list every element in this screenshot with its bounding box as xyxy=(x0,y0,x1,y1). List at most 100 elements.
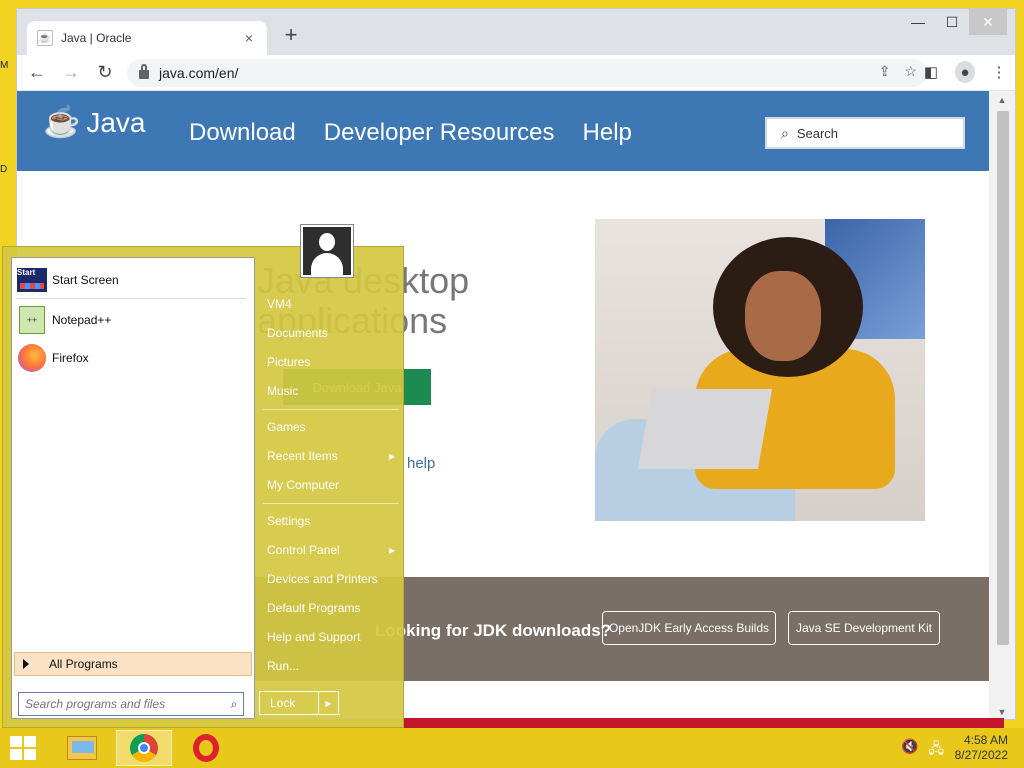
notepad-plus-plus-icon: ++ xyxy=(19,306,45,334)
maximize-button[interactable]: ☐ xyxy=(935,9,969,35)
notepad-plus-plus-item[interactable]: ++ Notepad++ xyxy=(16,302,248,338)
close-window-button[interactable]: ✕ xyxy=(969,9,1007,35)
link-help-and-support[interactable]: Help and Support xyxy=(267,624,401,650)
taskbar-clock[interactable]: 4:58 AM 8/27/2022 xyxy=(955,733,1008,763)
reload-button[interactable]: ↻ xyxy=(91,59,119,87)
link-devices-and-printers[interactable]: Devices and Printers xyxy=(267,566,401,592)
all-programs-button[interactable]: All Programs xyxy=(14,652,252,676)
share-icon[interactable]: ⇪ xyxy=(879,63,891,80)
url-text: java.com/en/ xyxy=(159,65,239,81)
opera-icon xyxy=(193,734,219,762)
start-search-input[interactable] xyxy=(25,697,225,711)
java-se-jdk-button[interactable]: Java SE Development Kit xyxy=(788,611,940,645)
link-recent-items[interactable]: Recent Items ▶ xyxy=(267,443,401,469)
java-search-box[interactable]: ⌕ Search xyxy=(765,117,965,149)
network-icon[interactable]: 🖧 xyxy=(928,738,944,762)
link-label: Recent Items xyxy=(267,449,338,463)
lock-options-arrow-icon[interactable]: ▶ xyxy=(318,692,338,714)
link-documents[interactable]: Documents xyxy=(267,320,401,346)
link-run[interactable]: Run... xyxy=(267,653,401,679)
taskbar-file-explorer[interactable] xyxy=(54,730,110,766)
browser-toolbar: ← → ↻ java.com/en/ ⇪ ☆ ◧ ● ⋮ xyxy=(17,55,1015,91)
background-window-strip xyxy=(404,718,1004,728)
search-icon: ⌕ xyxy=(781,124,789,141)
program-label: Firefox xyxy=(52,351,89,365)
menu-kebab-icon[interactable]: ⋮ xyxy=(989,63,1009,81)
start-screen-item[interactable]: Start Start Screen xyxy=(16,262,248,298)
openjdk-early-access-button[interactable]: OpenJDK Early Access Builds xyxy=(602,611,776,645)
link-label: My Computer xyxy=(267,478,340,492)
firefox-item[interactable]: Firefox xyxy=(16,340,248,376)
lock-label: Lock xyxy=(270,696,296,710)
nav-download[interactable]: Download xyxy=(189,119,296,147)
taskbar-chrome[interactable] xyxy=(116,730,172,766)
submenu-arrow-icon: ▶ xyxy=(388,545,395,555)
java-favicon-icon: ☕ xyxy=(37,30,53,46)
link-label: Control Panel xyxy=(267,543,340,557)
link-vm4[interactable]: VM4 xyxy=(267,291,401,317)
bookmark-star-icon[interactable]: ☆ xyxy=(904,63,917,80)
link-label: Help and Support xyxy=(267,630,361,644)
link-label: Games xyxy=(267,420,306,434)
link-label: Documents xyxy=(267,326,328,340)
nav-help[interactable]: Help xyxy=(583,119,632,147)
hero-image xyxy=(595,219,925,521)
chrome-icon xyxy=(130,734,158,762)
nav-developer-resources[interactable]: Developer Resources xyxy=(324,119,555,147)
title-bar: ☕ Java | Oracle × + — ☐ ✕ xyxy=(17,9,1015,55)
link-games[interactable]: Games xyxy=(267,414,401,440)
link-pictures[interactable]: Pictures xyxy=(267,349,401,375)
system-tray: 🔇 🖧 xyxy=(901,738,944,762)
java-header: ☕ Java Download Developer Resources Help… xyxy=(17,91,990,171)
start-menu-programs-pane: Start Start Screen ++ Notepad++ Firefox … xyxy=(11,257,255,719)
forward-button[interactable]: → xyxy=(57,59,85,87)
clock-date: 8/27/2022 xyxy=(954,748,1008,762)
program-label: Start Screen xyxy=(52,273,119,287)
program-label: Notepad++ xyxy=(52,313,112,327)
lock-button[interactable]: Lock ▶ xyxy=(259,691,339,715)
java-logo[interactable]: ☕ Java xyxy=(43,105,146,140)
back-button[interactable]: ← xyxy=(23,59,51,87)
all-programs-label: All Programs xyxy=(49,657,118,671)
new-tab-button[interactable]: + xyxy=(279,23,303,47)
link-settings[interactable]: Settings xyxy=(267,508,401,534)
file-explorer-icon xyxy=(67,736,97,760)
start-menu: Start Start Screen ++ Notepad++ Firefox … xyxy=(2,246,404,728)
taskbar: 🔇 🖧 4:58 AM 8/27/2022 xyxy=(0,728,1024,768)
tab-close-icon[interactable]: × xyxy=(241,30,257,46)
taskbar-opera[interactable] xyxy=(178,730,234,766)
submenu-arrow-icon: ▶ xyxy=(388,451,395,461)
lock-icon xyxy=(139,64,149,79)
browser-tab[interactable]: ☕ Java | Oracle × xyxy=(27,21,267,55)
search-placeholder: Search xyxy=(796,125,839,141)
side-panel-icon[interactable]: ◧ xyxy=(921,63,941,81)
scroll-up-icon[interactable]: ▲ xyxy=(989,95,1015,105)
minimize-button[interactable]: — xyxy=(901,9,935,35)
link-label: VM4 xyxy=(267,297,292,311)
scroll-thumb[interactable] xyxy=(997,111,1009,645)
help-link[interactable]: help xyxy=(407,455,435,472)
scroll-down-icon[interactable]: ▼ xyxy=(989,707,1015,717)
tab-title: Java | Oracle xyxy=(61,31,132,45)
profile-avatar-icon[interactable]: ● xyxy=(955,61,975,83)
volume-muted-icon[interactable]: 🔇 xyxy=(901,738,918,762)
clock-time: 4:58 AM xyxy=(963,733,1008,747)
link-default-programs[interactable]: Default Programs xyxy=(267,595,401,621)
user-avatar[interactable] xyxy=(300,224,354,278)
java-logo-text: Java xyxy=(86,106,146,138)
link-music[interactable]: Music xyxy=(267,378,401,404)
desktop-icon-label: M xyxy=(0,60,9,71)
page-scrollbar[interactable]: ▲ ▼ xyxy=(989,91,1015,719)
link-control-panel[interactable]: Control Panel ▶ xyxy=(267,537,401,563)
address-bar[interactable]: java.com/en/ ⇪ ☆ xyxy=(127,59,927,87)
start-screen-icon: Start xyxy=(17,268,47,292)
link-my-computer[interactable]: My Computer xyxy=(267,472,401,498)
start-search-box[interactable]: ⌕ xyxy=(18,692,244,716)
java-nav: Download Developer Resources Help xyxy=(189,119,632,147)
search-icon[interactable]: ⌕ xyxy=(225,697,243,712)
link-label: Pictures xyxy=(267,355,311,369)
java-cup-icon: ☕ xyxy=(43,106,81,139)
link-label: Devices and Printers xyxy=(267,572,378,586)
link-label: Run... xyxy=(267,659,300,673)
windows-start-icon[interactable] xyxy=(10,736,36,760)
